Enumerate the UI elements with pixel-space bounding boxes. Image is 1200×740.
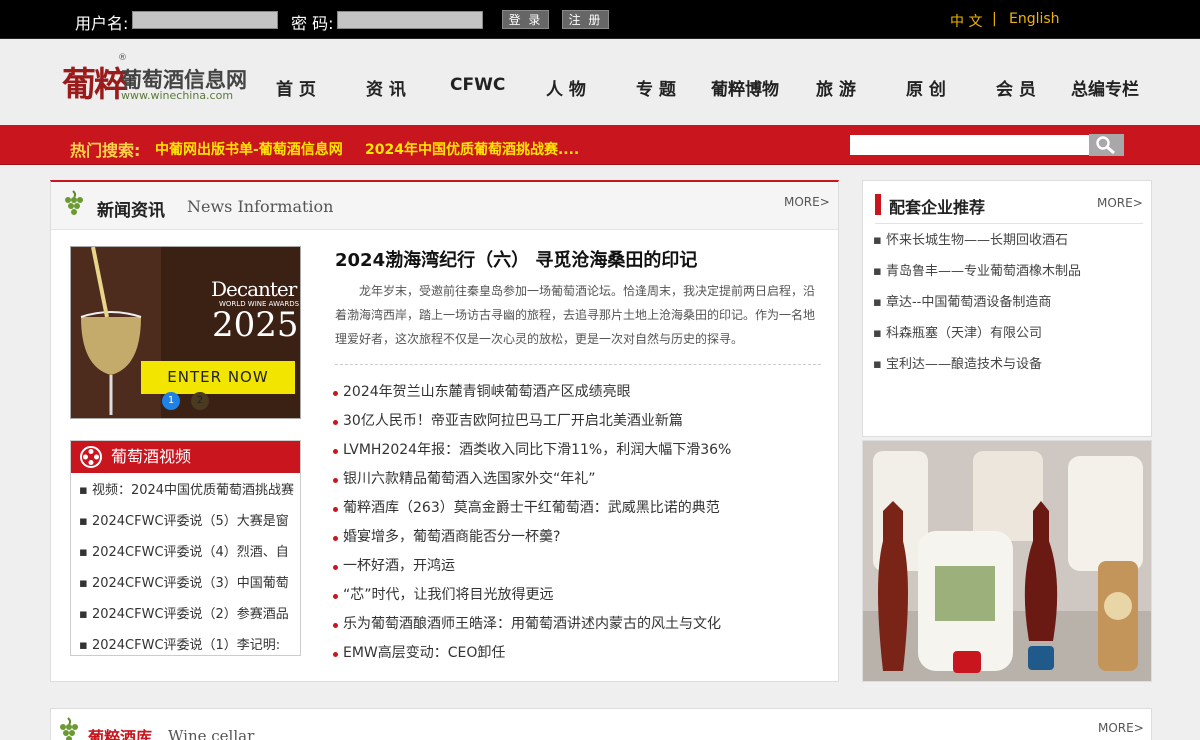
hot-search-link[interactable]: 2024年中国优质葡萄酒挑战赛.... — [365, 139, 579, 159]
partners-panel: 配套企业推荐 MORE> ▪ 怀来长城生物——长期回收酒石 ▪ 青岛鲁丰——专业… — [862, 180, 1152, 437]
grape-icon — [60, 717, 78, 740]
logo-url: www.winechina.com — [121, 89, 234, 102]
nav-editor-column[interactable]: 总编专栏 — [1071, 75, 1139, 100]
video-item[interactable]: ▪ 2024CFWC评委说（2）参赛酒品 — [79, 599, 297, 630]
featured-headline[interactable]: 2024渤海湾纪行（六） 寻觅沧海桑田的印记 — [335, 246, 697, 272]
video-title: 葡萄酒视频 — [111, 447, 192, 466]
video-item[interactable]: ▪ 2024CFWC评委说（5）大赛是窗 — [79, 506, 297, 537]
register-button[interactable]: 注 册 — [562, 10, 609, 29]
section-marker — [875, 194, 881, 215]
video-item[interactable]: ▪ 2024CFWC评委说（4）烈酒、自 — [79, 537, 297, 568]
partners-list: ▪ 怀来长城生物——长期回收酒石 ▪ 青岛鲁丰——专业葡萄酒橡木制品 ▪ 章达-… — [873, 229, 1081, 384]
video-item[interactable]: ▪ 视频：2024中国优质葡萄酒挑战赛 — [79, 475, 297, 506]
partner-item[interactable]: ▪ 章达--中国葡萄酒设备制造商 — [873, 291, 1081, 322]
divider — [335, 364, 821, 365]
password-label: 密 码: — [291, 14, 334, 33]
logo-registered: ® — [118, 53, 127, 63]
lang-separator: | — [992, 11, 997, 27]
news-item[interactable]: 婚宴增多，葡萄酒商能否分一杯羹? — [333, 523, 731, 552]
cellar-title-en: Wine cellar — [168, 727, 255, 740]
news-more-link[interactable]: MORE> — [784, 195, 830, 209]
slide-dot-2[interactable]: 2 — [191, 392, 209, 410]
divider — [875, 223, 1143, 224]
username-label: 用户名: — [75, 14, 129, 33]
news-item[interactable]: 银川六款精品葡萄酒入选国家外交“年礼” — [333, 465, 731, 494]
top-bar: 用户名: 密 码: 登 录 注 册 中 文 | English — [0, 0, 1200, 39]
site-logo[interactable]: 葡粹 ® 葡萄酒信息网 www.winechina.com — [62, 53, 252, 109]
promo-year: 2025 — [212, 305, 299, 345]
promo-banner[interactable]: Decanter WORLD WINE AWARDS 2025 ENTER NO… — [70, 246, 301, 419]
video-header: 葡萄酒视频 — [71, 441, 300, 473]
cellar-more-link[interactable]: MORE> — [1098, 721, 1144, 735]
wine-jugs-photo[interactable] — [862, 440, 1152, 682]
partners-more-link[interactable]: MORE> — [1097, 196, 1143, 210]
news-item[interactable]: 30亿人民币！帝亚吉欧阿拉巴马工厂开启北美酒业新篇 — [333, 407, 731, 436]
news-panel: 新闻资讯 News Information MORE> Decanter WOR… — [50, 180, 839, 682]
partner-item[interactable]: ▪ 青岛鲁丰——专业葡萄酒橡木制品 — [873, 260, 1081, 291]
featured-summary: 龙年岁末，受邀前往秦皇岛参加一场葡萄酒论坛。恰逢周末，我决定提前两日启程，沿着渤… — [335, 284, 816, 346]
news-title: 新闻资讯 — [97, 201, 165, 221]
video-item[interactable]: ▪ 2024CFWC评委说（1）李记明: — [79, 630, 297, 661]
promo-cta-button[interactable]: ENTER NOW — [141, 361, 295, 394]
lang-en-link[interactable]: English — [1009, 11, 1060, 27]
search-button[interactable] — [1089, 134, 1124, 156]
video-list: ▪ 视频：2024中国优质葡萄酒挑战赛 ▪ 2024CFWC评委说（5）大赛是窗… — [71, 473, 300, 661]
username-input[interactable] — [132, 11, 278, 29]
nav-people[interactable]: 人 物 — [546, 75, 586, 100]
video-box: 葡萄酒视频 ▪ 视频：2024中国优质葡萄酒挑战赛 ▪ 2024CFWC评委说（… — [70, 440, 301, 656]
nav-news[interactable]: 资 讯 — [366, 75, 406, 100]
news-list: 2024年贺兰山东麓青铜峡葡萄酒产区成绩亮眼 30亿人民币！帝亚吉欧阿拉巴马工厂… — [333, 378, 731, 668]
partner-item[interactable]: ▪ 宝利达——酿造技术与设备 — [873, 353, 1081, 384]
news-item[interactable]: 葡粹酒库（263）莫高金爵士干红葡萄酒：武威黑比诺的典范 — [333, 494, 731, 523]
slide-dot-1[interactable]: 1 — [162, 392, 180, 410]
nav-members[interactable]: 会 员 — [996, 75, 1036, 100]
nav-travel[interactable]: 旅 游 — [816, 75, 856, 100]
nav-cfwc[interactable]: CFWC — [450, 75, 505, 95]
news-item[interactable]: 乐为葡萄酒酿酒师王皓泽：用葡萄酒讲述内蒙古的风土与文化 — [333, 610, 731, 639]
nav-topics[interactable]: 专 题 — [636, 75, 676, 100]
search-icon — [1096, 136, 1115, 155]
news-item[interactable]: 一杯好酒，开鸿运 — [333, 552, 731, 581]
nav-original[interactable]: 原 创 — [906, 75, 946, 100]
search-input[interactable] — [850, 135, 1090, 155]
cellar-title: 葡粹酒库 — [88, 728, 153, 740]
nav-museum[interactable]: 葡粹博物 — [711, 75, 779, 100]
lang-zh-link[interactable]: 中 文 — [950, 11, 982, 31]
promo-brand: Decanter — [211, 277, 297, 301]
news-item[interactable]: 2024年贺兰山东麓青铜峡葡萄酒产区成绩亮眼 — [333, 378, 731, 407]
partner-item[interactable]: ▪ 怀来长城生物——长期回收酒石 — [873, 229, 1081, 260]
nav-home[interactable]: 首 页 — [276, 75, 316, 100]
hot-search-link[interactable]: 中葡网出版书单-葡萄酒信息网 — [155, 139, 343, 159]
logo-mark: 葡粹 — [62, 65, 128, 105]
cellar-panel: 葡粹酒库 Wine cellar MORE> — [50, 708, 1152, 740]
site-header: 葡粹 ® 葡萄酒信息网 www.winechina.com 首 页 资 讯 CF… — [0, 39, 1200, 125]
partner-item[interactable]: ▪ 科森瓶塞（天津）有限公司 — [873, 322, 1081, 353]
wine-jugs-image — [863, 441, 1151, 681]
news-item[interactable]: LVMH2024年报：酒类收入同比下滑11%，利润大幅下滑36% — [333, 436, 731, 465]
film-reel-icon — [80, 446, 102, 468]
grape-icon — [65, 190, 83, 215]
login-button[interactable]: 登 录 — [502, 10, 549, 29]
password-input[interactable] — [337, 11, 483, 29]
hot-search-title: 热门搜索: — [70, 141, 141, 160]
news-item[interactable]: “芯”时代，让我们将目光放得更远 — [333, 581, 731, 610]
news-item[interactable]: EMW高层变动：CEO卸任 — [333, 639, 731, 668]
partners-title: 配套企业推荐 — [889, 198, 986, 217]
hot-search-bar: 热门搜索: 中葡网出版书单-葡萄酒信息网 2024年中国优质葡萄酒挑战赛.... — [0, 125, 1200, 165]
news-title-en: News Information — [187, 197, 334, 216]
video-item[interactable]: ▪ 2024CFWC评委说（3）中国葡萄 — [79, 568, 297, 599]
news-header: 新闻资讯 News Information MORE> — [51, 182, 838, 230]
